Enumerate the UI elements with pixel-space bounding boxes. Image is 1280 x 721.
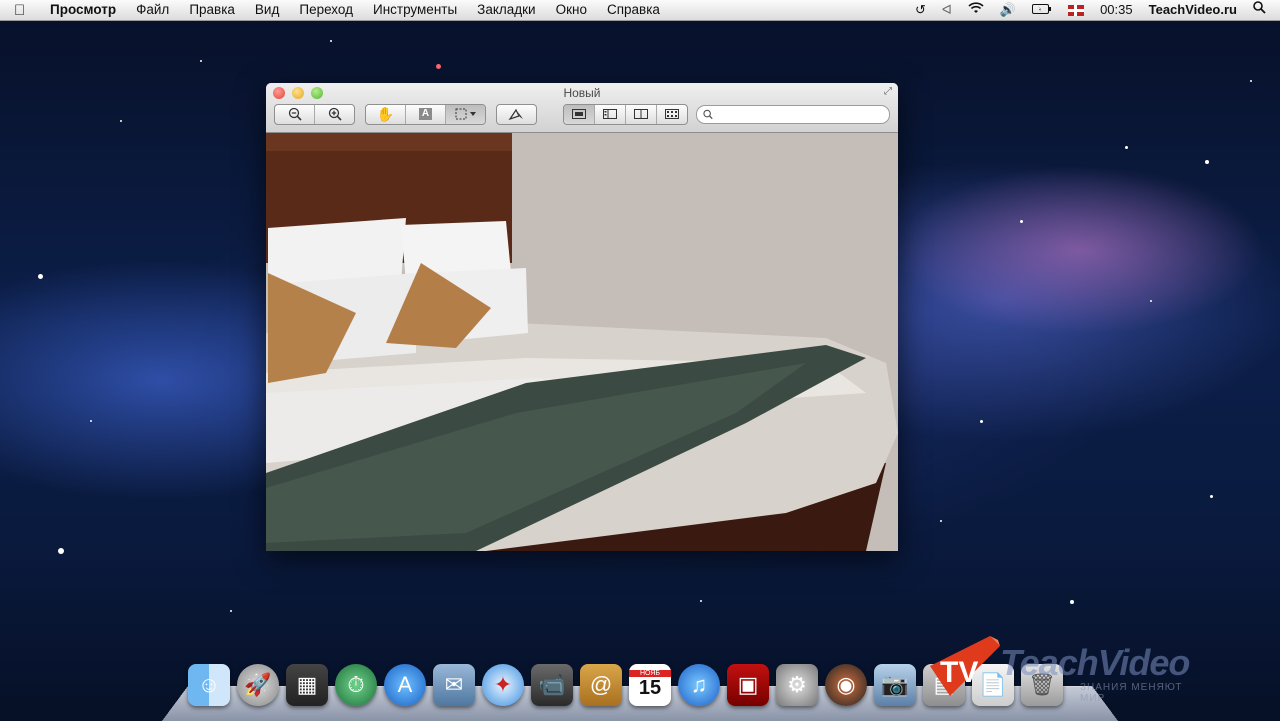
launchpad-icon[interactable]: 🚀 bbox=[237, 664, 279, 706]
view-sidebar-button[interactable] bbox=[626, 104, 657, 124]
wifi-icon[interactable] bbox=[960, 0, 992, 20]
selection-tool-button[interactable] bbox=[446, 104, 485, 124]
clock[interactable]: 00:35 bbox=[1092, 0, 1141, 20]
menu-view[interactable]: Вид bbox=[245, 0, 289, 20]
itunes-icon[interactable]: ♫ bbox=[678, 664, 720, 706]
battery-icon[interactable] bbox=[1024, 0, 1060, 20]
dvd-player-icon[interactable]: ◉ bbox=[825, 664, 867, 706]
search-field[interactable] bbox=[696, 104, 890, 124]
time-machine-dock-icon[interactable]: ⏱ bbox=[335, 664, 377, 706]
watermark-logo-text: TV bbox=[940, 656, 979, 689]
mail-icon[interactable]: ✉ bbox=[433, 664, 475, 706]
zoom-controls bbox=[274, 103, 355, 125]
tool-controls: ✋ A bbox=[365, 103, 486, 125]
zoom-in-button[interactable] bbox=[315, 105, 354, 124]
preview-window: Новый ⤢ ✋ A bbox=[266, 83, 898, 551]
menu-file[interactable]: Файл bbox=[126, 0, 179, 20]
calendar-day: 15 bbox=[638, 677, 662, 699]
time-machine-icon[interactable]: ↺ bbox=[907, 0, 934, 20]
hand-tool-button[interactable]: ✋ bbox=[366, 104, 406, 124]
photo-booth-icon[interactable]: ▣ bbox=[727, 664, 769, 706]
bluetooth-icon[interactable]: ᐊ bbox=[934, 0, 960, 20]
view-controls bbox=[563, 103, 688, 125]
window-title: Новый bbox=[563, 86, 601, 100]
input-language-flag-icon[interactable] bbox=[1060, 0, 1092, 20]
search-icon bbox=[703, 109, 713, 119]
spotlight-icon[interactable] bbox=[1245, 0, 1274, 20]
address-book-icon[interactable]: @ bbox=[580, 664, 622, 706]
calendar-icon[interactable]: НОЯБ 15 bbox=[629, 664, 671, 706]
view-thumbnails-button[interactable] bbox=[595, 104, 626, 124]
text-tool-button[interactable]: A bbox=[406, 104, 446, 124]
mission-control-icon[interactable]: ▦ bbox=[286, 664, 328, 706]
fullscreen-icon[interactable]: ⤢ bbox=[884, 86, 892, 97]
menu-app-name[interactable]: Просмотр bbox=[40, 0, 126, 20]
preview-icon[interactable]: 📷 bbox=[874, 664, 916, 706]
user-menu[interactable]: TeachVideo.ru bbox=[1141, 0, 1245, 20]
menu-go[interactable]: Переход bbox=[289, 0, 363, 20]
watermark-tagline: ЗНАНИЯ МЕНЯЮТ МИР bbox=[1080, 682, 1183, 704]
search-input[interactable] bbox=[713, 107, 889, 121]
app-store-icon[interactable]: A bbox=[384, 664, 426, 706]
view-contact-sheet-button[interactable] bbox=[657, 105, 687, 124]
bed-photo bbox=[266, 133, 898, 551]
menu-bar:  Просмотр Файл Правка Вид Переход Инстр… bbox=[0, 0, 1280, 21]
watermark-brand: TeachVideo bbox=[1000, 642, 1190, 683]
apple-menu-icon[interactable]:  bbox=[14, 2, 34, 19]
window-toolbar: ✋ A bbox=[274, 103, 890, 125]
menu-edit[interactable]: Правка bbox=[179, 0, 245, 20]
volume-icon[interactable]: 🔊 bbox=[992, 0, 1024, 20]
view-content-only-button[interactable] bbox=[564, 104, 595, 124]
facetime-icon[interactable]: 📹 bbox=[531, 664, 573, 706]
finder-icon[interactable]: ☺ bbox=[188, 664, 230, 706]
menu-bookmarks[interactable]: Закладки bbox=[467, 0, 545, 20]
text-tool-icon: A bbox=[419, 108, 432, 120]
teachvideo-watermark: TV TeachVideo ЗНАНИЯ МЕНЯЮТ МИР bbox=[930, 634, 1210, 704]
calendar-month: НОЯБ bbox=[629, 670, 671, 677]
annotate-button[interactable] bbox=[497, 105, 536, 124]
menu-help[interactable]: Справка bbox=[597, 0, 670, 20]
safari-icon[interactable]: ✦ bbox=[482, 664, 524, 706]
system-preferences-icon[interactable]: ⚙ bbox=[776, 664, 818, 706]
menu-tools[interactable]: Инструменты bbox=[363, 0, 467, 20]
annotate-controls bbox=[496, 103, 537, 125]
zoom-out-button[interactable] bbox=[275, 104, 315, 124]
menu-window[interactable]: Окно bbox=[546, 0, 597, 20]
image-canvas[interactable] bbox=[266, 133, 898, 551]
window-titlebar: Новый ⤢ ✋ A bbox=[266, 83, 898, 133]
